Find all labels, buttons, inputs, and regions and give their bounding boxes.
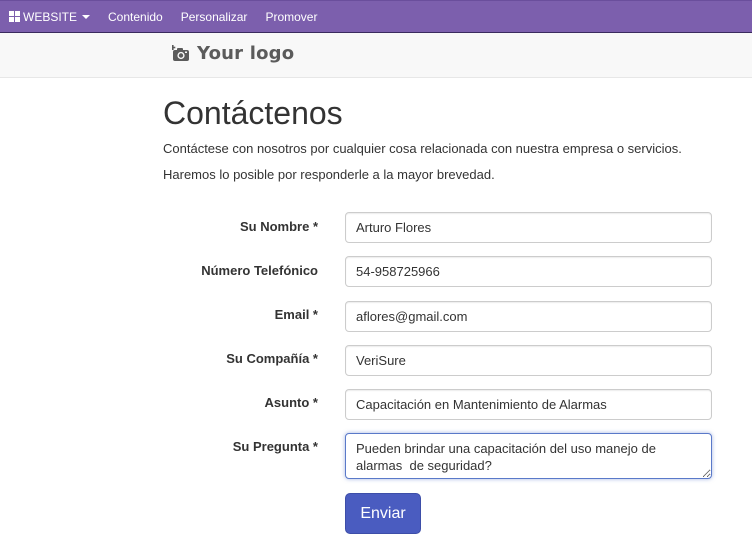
name-label: Su Nombre * <box>239 219 318 234</box>
email-label: Email * <box>274 307 318 322</box>
nav-link-contenido[interactable]: Contenido <box>99 1 172 32</box>
grid-icon <box>9 11 20 22</box>
nav-link-promover[interactable]: Promover <box>256 1 326 32</box>
submit-button[interactable]: Enviar <box>345 493 421 534</box>
subject-input[interactable] <box>345 389 712 420</box>
page-title: Contáctenos <box>163 95 343 131</box>
company-label: Su Compañía * <box>226 351 318 366</box>
intro-text-secondary: Haremos lo posible por responderle a la … <box>163 167 495 182</box>
phone-input[interactable] <box>345 256 712 287</box>
phone-label: Número Telefónico <box>201 263 318 278</box>
site-logo[interactable]: Your logo <box>172 43 294 64</box>
camera-icon <box>172 44 189 61</box>
company-input[interactable] <box>345 345 712 376</box>
nav-link-personalizar[interactable]: Personalizar <box>172 1 257 32</box>
question-label: Su Pregunta * <box>232 439 318 454</box>
name-input[interactable] <box>345 212 712 243</box>
subject-label: Asunto * <box>264 395 318 410</box>
question-textarea[interactable]: Pueden brindar una capacitación del uso … <box>345 433 712 479</box>
top-navbar: WEBSITE Contenido Personalizar Promover <box>0 0 752 33</box>
intro-text: Contáctese con nosotros por cualquier co… <box>163 141 682 156</box>
website-menu[interactable]: WEBSITE <box>0 1 99 32</box>
logo-text: Your logo <box>197 43 295 64</box>
caret-down-icon <box>82 15 91 19</box>
email-input[interactable] <box>345 301 712 332</box>
site-header: Your logo <box>0 33 752 78</box>
website-menu-label: WEBSITE <box>23 9 78 24</box>
